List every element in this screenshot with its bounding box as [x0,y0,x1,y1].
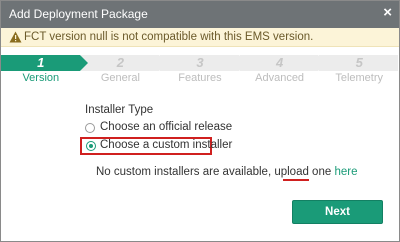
deployment-dialog: Add Deployment Package × FCT version nul… [0,0,400,242]
step-label: Version [22,72,60,84]
next-button[interactable]: Next [292,200,383,224]
step-number: 4 [275,55,284,70]
step-label: General [100,72,140,84]
step-advanced[interactable]: 4 Advanced [239,55,326,87]
wizard-steps: 1 Version 2 General 3 Features 4 Advance… [1,55,399,87]
close-icon[interactable]: × [383,4,392,22]
upload-here-link[interactable]: here [334,166,357,178]
warning-triangle-icon [9,31,22,43]
step-version[interactable]: 1 Version [1,55,88,87]
official-release-label[interactable]: Choose an official release [100,121,232,133]
step-general[interactable]: 2 General [80,55,167,87]
radio-selected-dot [89,144,93,148]
step-telemetry[interactable]: 5 Telemetry [319,55,399,87]
custom-installer-radio[interactable] [86,141,96,151]
step-number: 5 [355,55,363,70]
step-label: Advanced [255,72,305,84]
official-release-radio[interactable] [85,123,95,133]
step-number: 3 [196,55,204,70]
dialog-titlebar: Add Deployment Package × [1,1,399,28]
dialog-title: Add Deployment Package [9,7,148,21]
custom-installer-option[interactable]: Choose a custom installer [80,137,232,155]
link-highlight-underline [283,179,309,181]
info-text: No custom installers are available, uplo… [96,166,335,178]
step-number: 1 [37,55,45,70]
custom-installer-info: No custom installers are available, uplo… [96,166,357,178]
installer-type-label: Installer Type [85,104,154,116]
step-features[interactable]: 3 Features [160,55,247,87]
step-number: 2 [116,55,124,70]
step-label: Telemetry [335,72,384,84]
warning-text: FCT version null is not compatible with … [24,31,314,43]
warning-banner: FCT version null is not compatible with … [1,28,399,47]
custom-installer-label[interactable]: Choose a custom installer [100,139,232,151]
step-label: Features [178,72,222,84]
